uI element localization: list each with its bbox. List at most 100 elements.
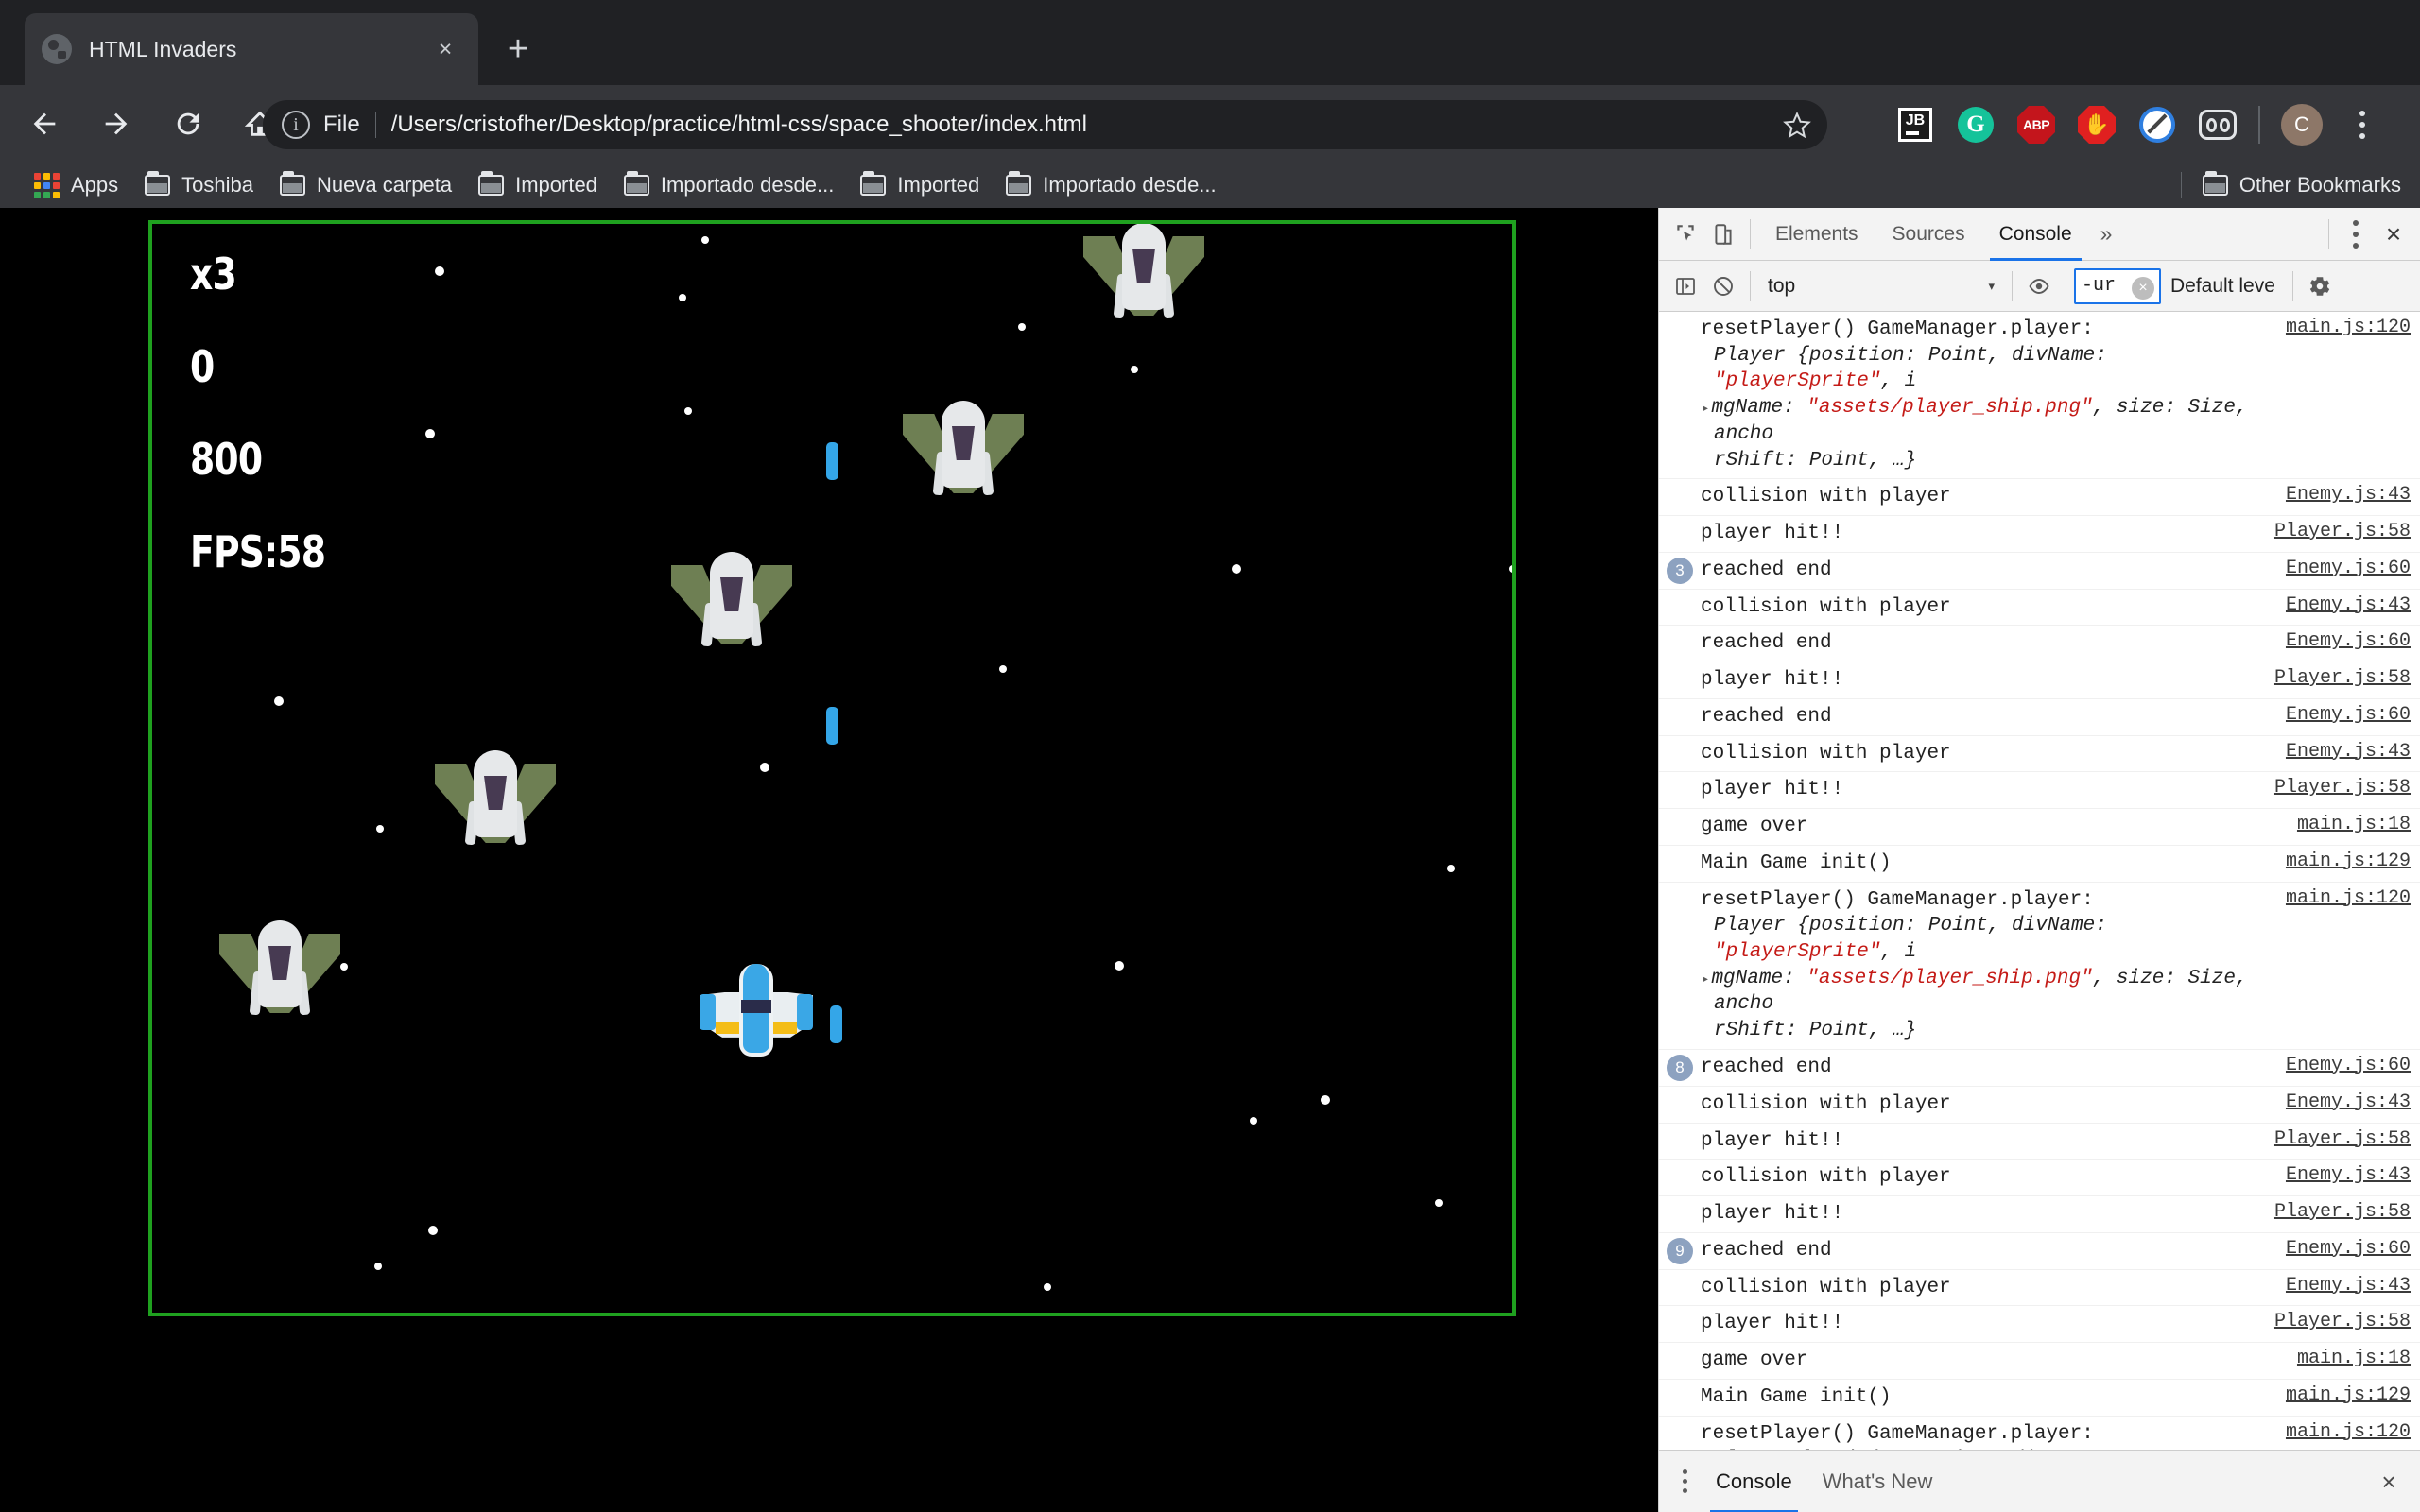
- console-row[interactable]: Main Game init()main.js:129: [1659, 1380, 2420, 1417]
- console-row[interactable]: collision with playerEnemy.js:43: [1659, 736, 2420, 773]
- new-tab-button[interactable]: +: [493, 25, 543, 74]
- console-filter-input[interactable]: -ur ×: [2074, 268, 2161, 304]
- console-row[interactable]: game overmain.js:18: [1659, 809, 2420, 846]
- devtools-close-icon[interactable]: ×: [2375, 215, 2412, 253]
- drawer-menu-icon[interactable]: [1668, 1463, 1701, 1501]
- console-source-link[interactable]: main.js:120: [2286, 317, 2411, 338]
- console-row[interactable]: 3reached endEnemy.js:60: [1659, 553, 2420, 590]
- chrome-menu-icon[interactable]: [2343, 104, 2381, 146]
- bookmark-star-icon[interactable]: [1780, 109, 1814, 143]
- adblock-hand-extension-icon[interactable]: ✋: [2077, 105, 2117, 145]
- forward-button[interactable]: [89, 96, 144, 151]
- console-row[interactable]: collision with playerEnemy.js:43: [1659, 1087, 2420, 1124]
- console-source-link[interactable]: Enemy.js:60: [2286, 630, 2411, 652]
- tab-elements[interactable]: Elements: [1758, 208, 1876, 261]
- console-source-link[interactable]: Enemy.js:60: [2286, 704, 2411, 726]
- expand-triangle-icon[interactable]: ▸: [1702, 971, 1709, 988]
- back-button[interactable]: [17, 96, 72, 151]
- console-row[interactable]: player hit!!Player.js:58: [1659, 772, 2420, 809]
- console-log-list[interactable]: resetPlayer() GameManager.player:Player …: [1659, 312, 2420, 1450]
- console-row[interactable]: reached endEnemy.js:60: [1659, 699, 2420, 736]
- jetbrains-extension-icon[interactable]: JB: [1895, 105, 1935, 145]
- console-source-link[interactable]: main.js:129: [2286, 850, 2411, 872]
- console-source-link[interactable]: main.js:18: [2297, 1348, 2411, 1369]
- console-row[interactable]: player hit!!Player.js:58: [1659, 1306, 2420, 1343]
- bookmark-imported-1[interactable]: Imported: [465, 163, 611, 208]
- console-sidebar-icon[interactable]: [1667, 267, 1704, 305]
- console-row[interactable]: player hit!!Player.js:58: [1659, 516, 2420, 553]
- console-source-link[interactable]: Player.js:58: [2274, 1311, 2411, 1332]
- console-source-link[interactable]: Player.js:58: [2274, 777, 2411, 799]
- console-source-link[interactable]: Player.js:58: [2274, 667, 2411, 689]
- bookmark-toshiba[interactable]: Toshiba: [131, 163, 267, 208]
- console-source-link[interactable]: Enemy.js:43: [2286, 594, 2411, 616]
- tab-console[interactable]: Console: [1982, 208, 2089, 261]
- device-toolbar-icon[interactable]: [1704, 215, 1742, 253]
- console-row[interactable]: player hit!!Player.js:58: [1659, 1196, 2420, 1233]
- console-source-link[interactable]: Enemy.js:43: [2286, 741, 2411, 763]
- log-level-select[interactable]: Default leve: [2161, 275, 2285, 298]
- console-source-link[interactable]: main.js:120: [2286, 887, 2411, 909]
- console-row[interactable]: collision with playerEnemy.js:43: [1659, 590, 2420, 627]
- console-source-link[interactable]: Player.js:58: [2274, 1201, 2411, 1223]
- execution-context-select[interactable]: top ▾: [1758, 269, 2004, 303]
- live-expression-icon[interactable]: [2020, 267, 2058, 305]
- address-bar[interactable]: i File /Users/cristofher/Desktop/practic…: [263, 100, 1827, 149]
- console-row[interactable]: player hit!!Player.js:58: [1659, 662, 2420, 699]
- bookmark-importado-desde-1[interactable]: Importado desde...: [611, 163, 847, 208]
- console-row[interactable]: Main Game init()main.js:129: [1659, 846, 2420, 883]
- grammarly-extension-icon[interactable]: G: [1956, 105, 1996, 145]
- bookmark-importado-desde-2[interactable]: Importado desde...: [993, 163, 1229, 208]
- console-row[interactable]: 8reached endEnemy.js:60: [1659, 1050, 2420, 1087]
- bookmark-apps[interactable]: Apps: [21, 163, 131, 208]
- console-row[interactable]: collision with playerEnemy.js:43: [1659, 1270, 2420, 1307]
- console-source-link[interactable]: Enemy.js:43: [2286, 1091, 2411, 1113]
- close-icon[interactable]: ×: [429, 33, 461, 65]
- drawer-tab-console[interactable]: Console: [1701, 1451, 1807, 1512]
- console-row[interactable]: reached endEnemy.js:60: [1659, 626, 2420, 662]
- console-source-link[interactable]: Enemy.js:60: [2286, 1055, 2411, 1076]
- console-row[interactable]: game overmain.js:18: [1659, 1343, 2420, 1380]
- tab-sources[interactable]: Sources: [1876, 208, 1982, 261]
- other-bookmarks-label[interactable]: Other Bookmarks: [2239, 173, 2401, 198]
- reload-button[interactable]: [161, 96, 216, 151]
- devtools-menu-icon[interactable]: [2337, 214, 2375, 255]
- console-source-link[interactable]: Enemy.js:60: [2286, 558, 2411, 579]
- folder-icon: [624, 175, 649, 196]
- console-row[interactable]: collision with playerEnemy.js:43: [1659, 479, 2420, 516]
- more-tabs-icon[interactable]: »: [2089, 221, 2124, 247]
- expand-triangle-icon[interactable]: ▸: [1702, 401, 1709, 418]
- console-source-link[interactable]: main.js:18: [2297, 814, 2411, 835]
- toolbar-divider: [2258, 106, 2260, 144]
- console-source-link[interactable]: Enemy.js:43: [2286, 1275, 2411, 1297]
- drawer-tab-whats-new[interactable]: What's New: [1807, 1451, 1948, 1512]
- drawer-close-icon[interactable]: ×: [2373, 1466, 2405, 1498]
- console-source-link[interactable]: Player.js:58: [2274, 521, 2411, 542]
- console-source-link[interactable]: Enemy.js:60: [2286, 1238, 2411, 1260]
- clear-filter-icon[interactable]: ×: [2132, 277, 2154, 300]
- console-row[interactable]: resetPlayer() GameManager.player:Player …: [1659, 312, 2420, 479]
- enemy-ship: [1083, 223, 1204, 318]
- adblock-plus-extension-icon[interactable]: ABP: [2016, 105, 2056, 145]
- console-row[interactable]: player hit!!Player.js:58: [1659, 1124, 2420, 1160]
- console-row[interactable]: 9reached endEnemy.js:60: [1659, 1233, 2420, 1270]
- gear-icon[interactable]: [2301, 267, 2339, 305]
- console-row[interactable]: collision with playerEnemy.js:43: [1659, 1160, 2420, 1196]
- profile-avatar[interactable]: C: [2281, 104, 2323, 146]
- bookmark-nueva-carpeta[interactable]: Nueva carpeta: [267, 163, 465, 208]
- console-source-link[interactable]: main.js:129: [2286, 1384, 2411, 1406]
- console-source-link[interactable]: Player.js:58: [2274, 1128, 2411, 1150]
- block-site-extension-icon[interactable]: [2137, 105, 2177, 145]
- console-source-link[interactable]: Enemy.js:43: [2286, 484, 2411, 506]
- inspect-cursor-icon[interactable]: [1667, 215, 1704, 253]
- goggles-extension-icon[interactable]: [2198, 105, 2238, 145]
- console-source-link[interactable]: main.js:120: [2286, 1421, 2411, 1443]
- console-row[interactable]: resetPlayer() GameManager.player:Player …: [1659, 883, 2420, 1050]
- clear-console-icon[interactable]: [1704, 267, 1742, 305]
- console-source-link[interactable]: Enemy.js:43: [2286, 1164, 2411, 1186]
- console-row[interactable]: resetPlayer() GameManager.player:Player …: [1659, 1417, 2420, 1450]
- game-canvas[interactable]: x3 0 800 FPS:58: [148, 220, 1516, 1316]
- bookmark-imported-2[interactable]: Imported: [847, 163, 993, 208]
- site-info-icon[interactable]: i: [282, 111, 310, 139]
- browser-tab[interactable]: HTML Invaders ×: [25, 13, 478, 85]
